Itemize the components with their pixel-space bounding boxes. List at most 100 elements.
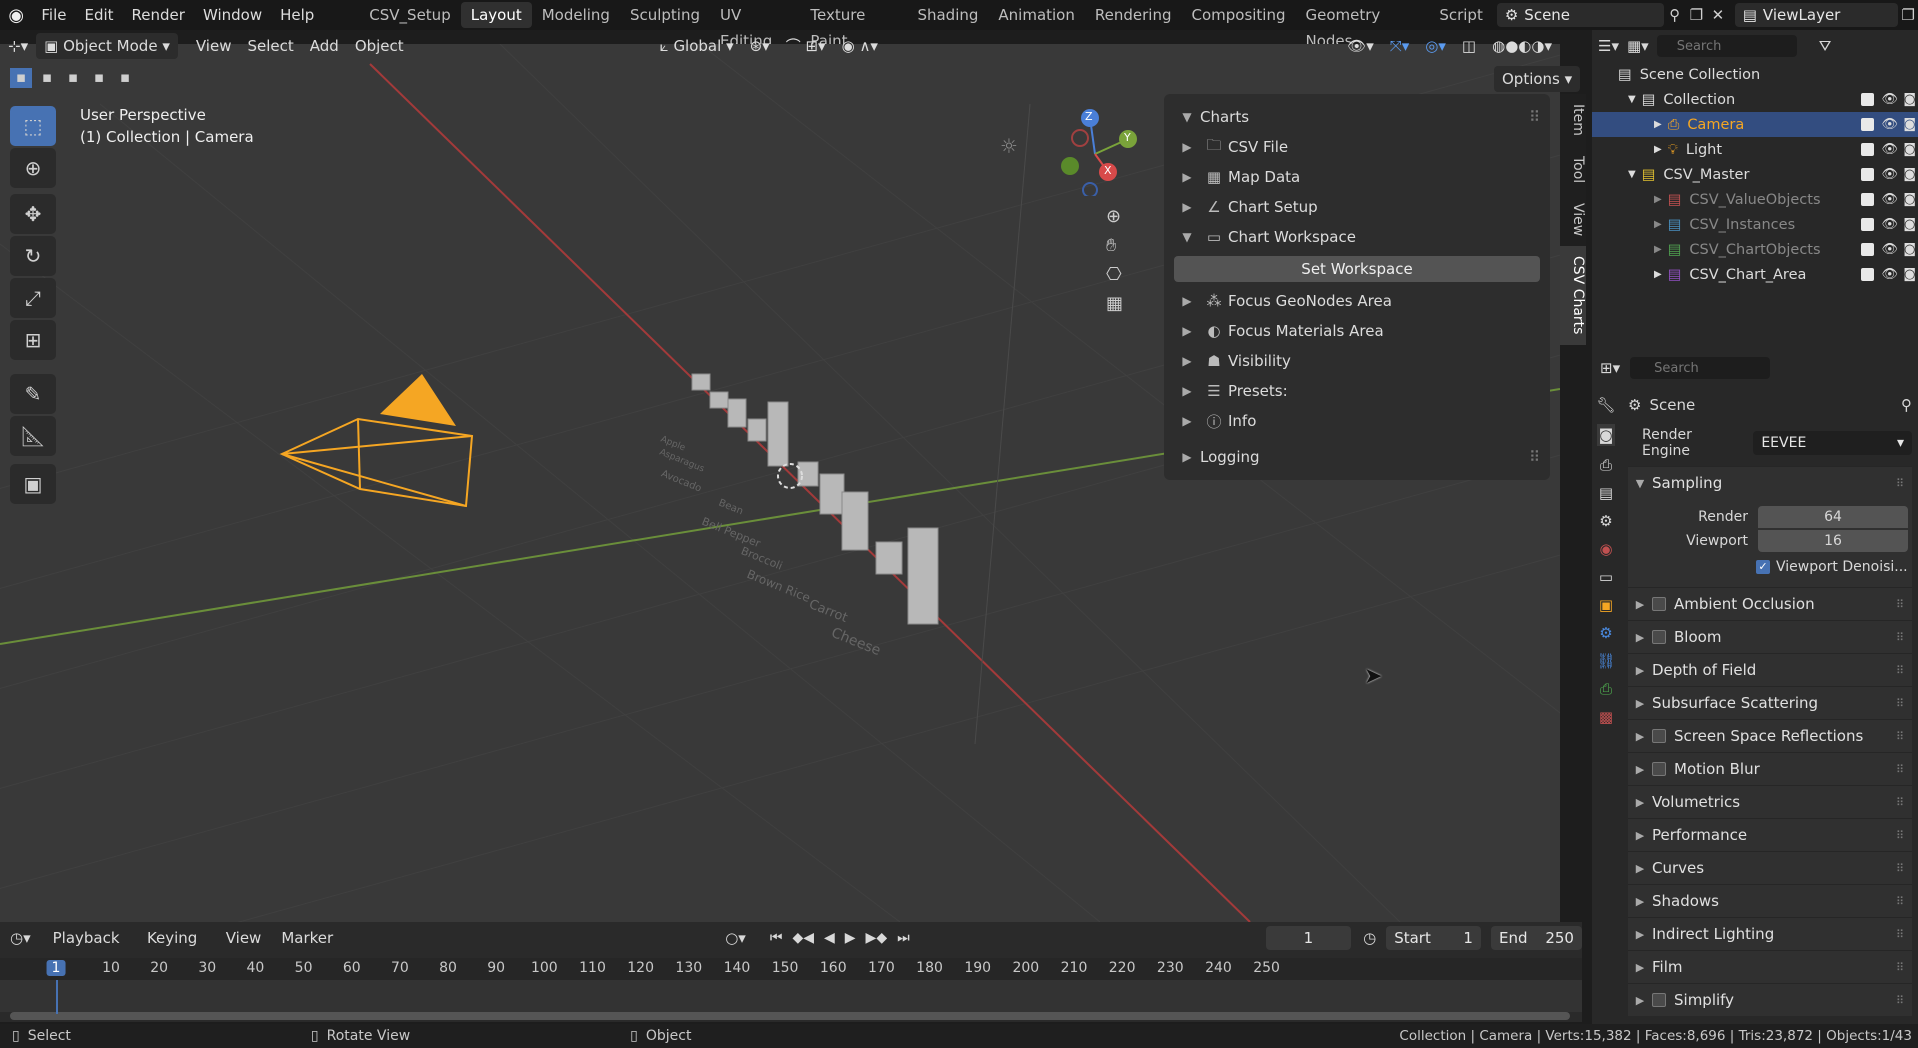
start-frame-field[interactable]: Start 1: [1386, 926, 1481, 950]
outliner-row[interactable]: ▼ ▤ CSV_Master 👁︎ ◙: [1592, 162, 1918, 187]
outliner-row[interactable]: ▶ ▤ CSV_Chart_Area 👁︎ ◙: [1592, 262, 1918, 287]
drag-handle-icon[interactable]: ⠿: [1896, 928, 1904, 941]
set-workspace-button[interactable]: Set Workspace: [1174, 256, 1540, 282]
mode-selector[interactable]: ▣ Object Mode ▾: [36, 33, 178, 59]
tab-item[interactable]: Item: [1560, 94, 1586, 146]
display-mode-icon[interactable]: ▦▾: [1627, 37, 1649, 55]
render-icon[interactable]: ◙: [1903, 142, 1916, 157]
film-section[interactable]: ▶ Film ⠿: [1628, 950, 1912, 983]
drag-handle-icon[interactable]: ⠿: [1896, 862, 1904, 875]
select-extend-icon[interactable]: ▪: [36, 68, 58, 88]
visibility-row[interactable]: ▶ ☗ Visibility: [1174, 346, 1540, 376]
depth-of-field-section[interactable]: ▶ Depth of Field ⠿: [1628, 653, 1912, 686]
pin-icon[interactable]: ⚲: [1664, 6, 1686, 24]
eye-icon[interactable]: 👁︎: [1881, 117, 1898, 132]
view-layer-icon[interactable]: ▤: [1599, 484, 1613, 502]
select-box-tool[interactable]: ⬚: [10, 106, 56, 146]
menu-view[interactable]: View: [188, 33, 240, 59]
rotate-tool[interactable]: ↻: [10, 236, 56, 276]
simplify-section[interactable]: ▶ Simplify ⠿: [1628, 983, 1912, 1016]
play-icon[interactable]: ▶: [845, 930, 856, 946]
checkbox-icon[interactable]: [1861, 218, 1874, 231]
eye-icon[interactable]: 👁︎: [1881, 192, 1898, 207]
new-scene-icon[interactable]: ❐: [1686, 6, 1708, 24]
chart-setup-row[interactable]: ▶ ∠ Chart Setup: [1174, 192, 1540, 222]
render-engine-select[interactable]: EEVEE ▾: [1753, 431, 1912, 455]
render-icon[interactable]: ◙: [1903, 192, 1916, 207]
scene-collection-row[interactable]: ▤ Scene Collection: [1592, 62, 1918, 87]
tab-modeling[interactable]: Modeling: [532, 2, 620, 28]
menu-keying[interactable]: Keying ▾: [139, 925, 214, 973]
charts-header[interactable]: ▼ Charts ⠿: [1174, 102, 1540, 132]
drag-handle-icon[interactable]: ⠿: [1896, 664, 1904, 677]
next-keyframe-icon[interactable]: ▶◆: [866, 930, 888, 946]
checkbox-icon[interactable]: [1652, 993, 1666, 1007]
tab-script[interactable]: Script: [1429, 2, 1493, 28]
checkbox-icon[interactable]: [1861, 168, 1874, 181]
sampling-section[interactable]: ▼ Sampling ⠿: [1628, 466, 1912, 499]
tab-compositing[interactable]: Compositing: [1181, 2, 1295, 28]
shadows-section[interactable]: ▶ Shadows ⠿: [1628, 884, 1912, 917]
eye-icon[interactable]: 👁︎: [1881, 217, 1898, 232]
checkbox-icon[interactable]: [1861, 243, 1874, 256]
logging-row[interactable]: ▶ Logging ⠿: [1174, 442, 1540, 472]
checkbox-icon[interactable]: [1861, 268, 1874, 281]
tab-view[interactable]: View: [1560, 193, 1586, 246]
checkbox-icon[interactable]: [1861, 93, 1874, 106]
menu-window[interactable]: Window: [194, 0, 271, 30]
checkbox-checked-icon[interactable]: ✓: [1756, 560, 1770, 574]
menu-render[interactable]: Render: [123, 0, 194, 30]
menu-edit[interactable]: Edit: [75, 0, 122, 30]
checkbox-icon[interactable]: [1652, 630, 1666, 644]
transform-tool[interactable]: ⊞: [10, 320, 56, 360]
bloom-section[interactable]: ▶ Bloom ⠿: [1628, 620, 1912, 653]
drag-handle-icon[interactable]: ⠿: [1896, 796, 1904, 809]
presets-row[interactable]: ▶ ☰ Presets:: [1174, 376, 1540, 406]
tab-tool[interactable]: Tool: [1560, 146, 1586, 193]
focus-geonodes-row[interactable]: ▶ ⁂ Focus GeoNodes Area: [1174, 286, 1540, 316]
render-settings-icon[interactable]: ◙: [1596, 424, 1616, 446]
navigation-gizmo[interactable]: Z Y X: [1050, 106, 1140, 198]
chart-workspace-row[interactable]: ▼ ▭ Chart Workspace: [1174, 222, 1540, 252]
shading-modes[interactable]: ◍●◐◑▾: [1484, 33, 1560, 59]
current-frame-field[interactable]: 1: [1265, 926, 1352, 950]
select-new-icon[interactable]: ▪: [10, 68, 32, 88]
tab-shading[interactable]: Shading: [907, 2, 988, 28]
checkbox-icon[interactable]: [1861, 118, 1874, 131]
outliner-row[interactable]: ▶ 💡︎ Light 👁︎ ◙: [1592, 137, 1918, 162]
map-data-row[interactable]: ▶ ▦ Map Data: [1174, 162, 1540, 192]
close-icon[interactable]: ✕: [1707, 6, 1729, 24]
prev-keyframe-icon[interactable]: ◆◀: [792, 930, 814, 946]
outliner-row[interactable]: ▶ ⎙ Camera 👁︎ ◙: [1592, 112, 1918, 137]
new-view-layer-icon[interactable]: ❐: [1898, 6, 1918, 24]
checkbox-icon[interactable]: [1861, 143, 1874, 156]
performance-section[interactable]: ▶ Performance ⠿: [1628, 818, 1912, 851]
select-subtract-icon[interactable]: ▪: [62, 68, 84, 88]
menu-add[interactable]: Add: [302, 33, 347, 59]
render-samples-field[interactable]: 64: [1758, 506, 1908, 528]
jump-start-icon[interactable]: ⏮: [770, 930, 783, 946]
tab-animation[interactable]: Animation: [988, 2, 1084, 28]
options-button[interactable]: Options ▾: [1494, 66, 1581, 92]
drag-handle-icon[interactable]: ⠿: [1896, 697, 1904, 710]
outliner-row[interactable]: ▶ ▤ CSV_ChartObjects 👁︎ ◙: [1592, 237, 1918, 262]
record-icon[interactable]: ○▾: [725, 929, 746, 947]
drag-handle-icon[interactable]: ⠿: [1896, 598, 1904, 611]
tab-csv-charts[interactable]: CSV Charts: [1560, 246, 1586, 345]
pin-icon[interactable]: ⚲: [1901, 396, 1912, 414]
outliner-row[interactable]: ▶ ▤ CSV_ValueObjects 👁︎ ◙: [1592, 187, 1918, 212]
menu-view[interactable]: View: [218, 925, 270, 951]
scene-selector[interactable]: ⚙ Scene: [1496, 3, 1664, 27]
info-row[interactable]: ▶ ⓘ Info: [1174, 406, 1540, 436]
end-frame-field[interactable]: End 250: [1490, 926, 1582, 950]
checkbox-icon[interactable]: [1652, 729, 1666, 743]
tab-texture-paint[interactable]: Texture Paint: [800, 2, 907, 50]
frame-ruler[interactable]: 1 10 20 30 40 50 60 70 80 90 100 110 120 130 140 150 160…: [0, 958, 1582, 980]
gizmo-toggle-icon[interactable]: ⤧▾: [1382, 33, 1418, 59]
xray-icon[interactable]: ◫: [1454, 33, 1484, 59]
focus-materials-row[interactable]: ▶ ◐ Focus Materials Area: [1174, 316, 1540, 346]
render-icon[interactable]: ◙: [1903, 92, 1916, 107]
indirect-lighting-section[interactable]: ▶ Indirect Lighting ⠿: [1628, 917, 1912, 950]
scale-tool[interactable]: ⤢: [10, 278, 56, 318]
menu-help[interactable]: Help: [271, 0, 323, 30]
